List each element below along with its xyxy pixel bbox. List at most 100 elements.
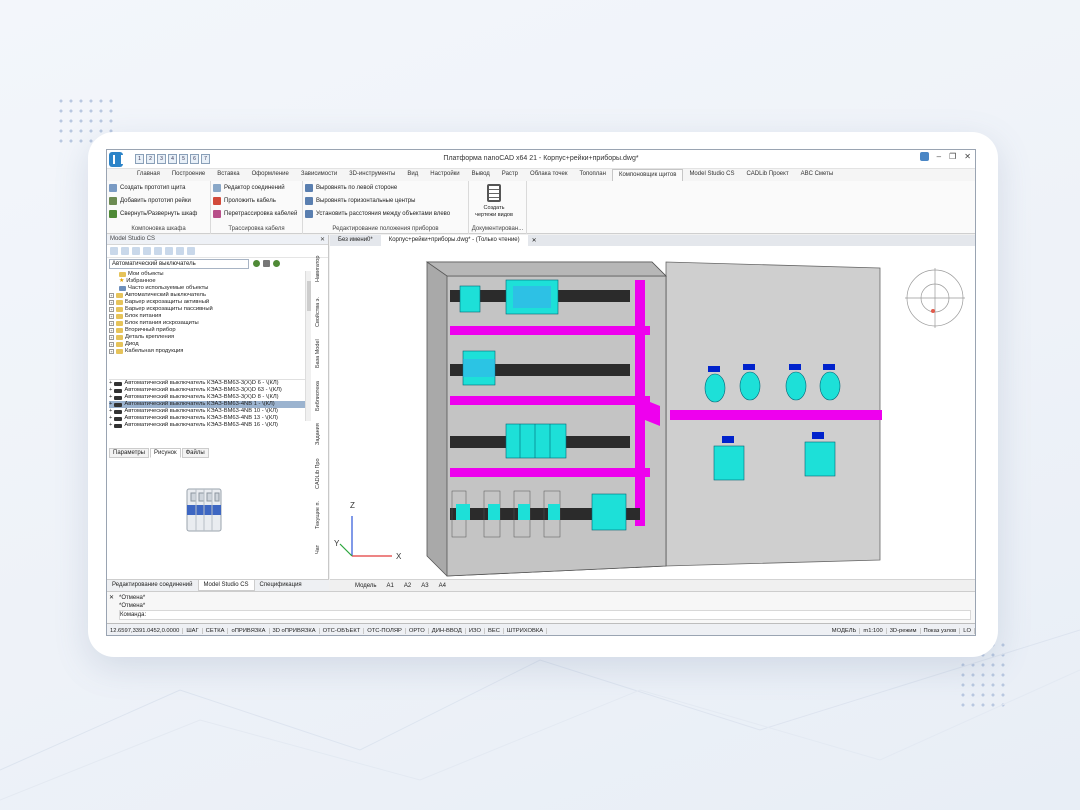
subtab-picture[interactable]: Рисунок [149, 448, 181, 458]
expand-icon[interactable]: + [109, 307, 114, 312]
expand-icon[interactable]: + [109, 415, 112, 422]
add-rail-prototype-button[interactable]: Добавить прототип рейки [107, 194, 210, 207]
ribbon-tab[interactable]: Вставка [211, 169, 245, 181]
ribbon-tab[interactable]: Зависимости [295, 169, 343, 181]
connection-editor-button[interactable]: Редактор соединений [211, 181, 302, 194]
status-toggle[interactable]: оПРИВЯЗКА [228, 627, 270, 634]
tree-item[interactable]: + Барьер искрозащиты пассивный [109, 306, 305, 313]
expand-icon[interactable]: + [109, 321, 114, 326]
expand-icon[interactable]: + [109, 328, 114, 333]
tree-scrollbar[interactable] [305, 271, 311, 421]
expand-icon[interactable]: + [109, 401, 112, 408]
status-toggle[interactable]: ШТРИХОВКА [504, 627, 548, 634]
layout-tab[interactable]: A1 [382, 583, 399, 589]
expand-icon[interactable]: + [109, 422, 112, 429]
tree-item[interactable]: + Блок питания [109, 313, 305, 320]
ribbon-tab[interactable]: Вывод [466, 169, 496, 181]
tree-item[interactable]: + Диод [109, 341, 305, 348]
tree-item[interactable]: + Барьер искрозащиты активный [109, 299, 305, 306]
status-toggle[interactable]: 3D оПРИВЯЗКА [270, 627, 320, 634]
expand-icon[interactable]: + [109, 387, 112, 394]
tree-item[interactable]: ★ Избранное [109, 278, 305, 285]
close-button[interactable]: ✕ [964, 152, 971, 161]
ribbon-tab[interactable]: Вид [401, 169, 424, 181]
list-item[interactable]: + Автоматический выключатель КЭАЗ-ВМ63-4N… [109, 422, 305, 429]
side-tab-current[interactable]: Текущие п. [315, 497, 327, 533]
expand-icon[interactable]: + [109, 342, 114, 347]
side-tab-tasks[interactable]: Задания [315, 419, 327, 449]
subtab-parameters[interactable]: Параметры [109, 448, 149, 458]
list-item[interactable]: + Автоматический выключатель КЭАЗ-ВМ63-3(… [109, 394, 305, 401]
folder-icon[interactable] [110, 247, 118, 255]
favorite-icon[interactable] [176, 247, 184, 255]
distribute-left-button[interactable]: Установить расстояния между объектами вл… [303, 207, 468, 220]
tree-item[interactable]: + Блок питания искрозащиты [109, 320, 305, 327]
expand-icon[interactable]: + [109, 380, 112, 387]
expand-icon[interactable]: + [109, 314, 114, 319]
status-toggle[interactable]: ИЗО [466, 627, 485, 634]
side-tab-cadlib[interactable]: CADLib Про [315, 455, 327, 493]
doc-tab-untitled[interactable]: Без имени0* [330, 235, 381, 246]
ribbon-tab[interactable]: ABC Сметы [795, 169, 840, 181]
list-item[interactable]: + Автоматический выключатель КЭАЗ-ВМ63-4N… [109, 408, 305, 415]
ribbon-tab[interactable]: Облака точек [524, 169, 573, 181]
ribbon-tab[interactable]: Оформление [246, 169, 295, 181]
tree-item[interactable]: Часто используемые объекты [109, 285, 305, 292]
sort-icon[interactable] [154, 247, 162, 255]
status-toggle[interactable]: ОТС-ОБЪЕКТ [320, 627, 365, 634]
create-view-drawings-button[interactable]: Создать чертежи видов [473, 184, 515, 219]
doc-tab-close-icon[interactable]: ✕ [528, 237, 541, 244]
tree-item[interactable]: + Автоматический выключатель [109, 292, 305, 299]
retrace-cables-button[interactable]: Перетрассировка кабелей [211, 207, 302, 220]
find-icon[interactable] [165, 247, 173, 255]
ribbon-tab-active[interactable]: Компоновщик щитов [611, 169, 684, 181]
side-tab-properties[interactable]: Свойства э. [315, 293, 327, 331]
expand-icon[interactable]: + [109, 349, 114, 354]
command-close-icon[interactable]: ✕ [109, 594, 114, 602]
subtab-files[interactable]: Файлы [181, 448, 209, 458]
ribbon-tab[interactable]: Model Studio CS [683, 169, 740, 181]
ribbon-tab[interactable]: Построение [166, 169, 211, 181]
show-nodes-toggle[interactable]: Показ узлов [921, 627, 961, 634]
green-dot-icon[interactable] [273, 260, 280, 267]
list-item[interactable]: + Автоматический выключатель КЭАЗ-ВМ63-3(… [109, 380, 305, 387]
filter-icon[interactable] [132, 247, 140, 255]
layout-tab[interactable]: A3 [416, 583, 433, 589]
side-tab-library[interactable]: Библиотека [315, 377, 327, 415]
expand-icon[interactable]: + [109, 300, 114, 305]
3d-mode-toggle[interactable]: 3D-режим [887, 627, 921, 634]
create-shield-prototype-button[interactable]: Создать прототип щита [107, 181, 210, 194]
side-tab-chat[interactable]: Чат [315, 539, 327, 559]
tab-specification[interactable]: Спецификация [255, 580, 307, 591]
lay-cable-button[interactable]: Проложить кабель [211, 194, 302, 207]
layout-tab[interactable]: A4 [434, 583, 451, 589]
drawing-canvas[interactable]: Z X Y [330, 246, 975, 579]
ribbon-tab[interactable]: Главная [131, 169, 166, 181]
expand-icon[interactable]: + [109, 335, 114, 340]
expand-icon[interactable]: + [109, 293, 114, 298]
list-item-selected[interactable]: + Автоматический выключатель КЭАЗ-ВМ63-4N… [109, 401, 305, 408]
collapse-expand-cabinet-button[interactable]: Свернуть/Развернуть шкаф [107, 207, 210, 220]
ribbon-tab[interactable]: CADLib Проект [740, 169, 794, 181]
tree-item[interactable]: + Кабельная продукция [109, 348, 305, 355]
align-h-centers-button[interactable]: Выровнять горизонтальные центры [303, 194, 468, 207]
expand-icon[interactable]: + [109, 394, 112, 401]
grid-icon[interactable] [263, 260, 270, 267]
status-toggle[interactable]: ОРТО [406, 627, 429, 634]
view-icon[interactable] [143, 247, 151, 255]
ribbon-tab[interactable]: Топоплан [573, 169, 612, 181]
side-tab-model-base[interactable]: База Model [315, 335, 327, 373]
tab-connection-editing[interactable]: Редактирование соединений [107, 580, 198, 591]
minimize-button[interactable]: – [937, 152, 941, 161]
maximize-button[interactable]: ❐ [949, 152, 956, 161]
list-item[interactable]: + Автоматический выключатель КЭАЗ-ВМ63-4N… [109, 415, 305, 422]
tab-model-studio[interactable]: Model Studio CS [197, 580, 255, 591]
add-icon[interactable] [121, 247, 129, 255]
ribbon-tab[interactable]: 3D-инструменты [343, 169, 401, 181]
side-tab-navigator[interactable]: Навигатор [315, 249, 327, 289]
model-space-toggle[interactable]: МОДЕЛЬ [829, 627, 861, 634]
layout-tab-model[interactable]: Модель [350, 583, 382, 589]
status-toggle[interactable]: ОТС-ПОЛЯР [364, 627, 406, 634]
tree-item[interactable]: + Деталь крепления [109, 334, 305, 341]
status-toggle[interactable]: ВЕС [485, 627, 504, 634]
